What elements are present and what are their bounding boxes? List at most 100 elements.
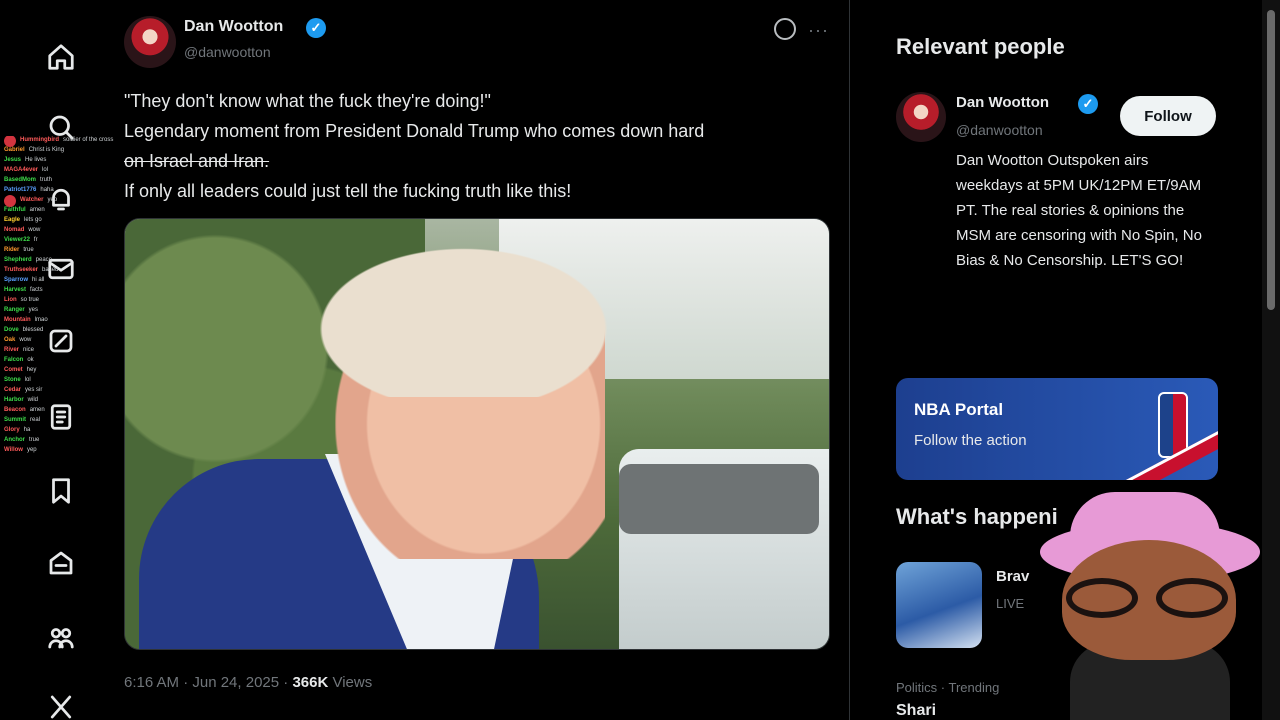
relevant-person-avatar[interactable] [896,92,946,142]
trend-topic[interactable]: Shari [896,702,936,720]
chat-text: amen [29,207,45,213]
chat-username: Sparrow [4,277,29,283]
chat-username: Eagle [4,217,21,223]
chat-username: Beacon [4,407,26,413]
chat-text: amen [29,407,45,413]
chat-text: fr [33,237,38,243]
post-views-count: 366K [292,674,329,691]
video-subject-hair [315,227,645,397]
chat-text: peace [35,257,53,263]
chat-message: Oak wow [4,336,304,345]
post-text-line: "They don't know what the fuck they're d… [124,91,491,111]
chat-message: Glory ha [4,426,304,435]
chat-message: Jesus He lives [4,156,304,165]
chat-badge-icon [4,194,16,207]
chat-username: Rider [4,247,20,253]
chat-text: wow [19,337,32,343]
chat-username: Nomad [4,227,25,233]
chat-username: Viewer22 [4,237,30,243]
chat-message: Viewer22 fr [4,236,304,245]
chat-text: true [23,247,34,253]
chat-text: Christ is King [28,147,65,153]
x-icon[interactable] [42,688,80,720]
chat-text: based [42,267,59,273]
author-avatar[interactable] [124,16,176,68]
verified-badge-icon: ✓ [306,18,326,38]
chat-message: Summit real [4,416,304,425]
chat-username: Watcher [20,197,44,203]
chat-message: Shepherd peace [4,256,304,265]
chat-username: Harvest [4,287,27,293]
chat-username: Anchor [4,437,25,443]
trend-status: LIVE [996,596,1025,611]
chat-message: BasedMom truth [4,176,304,185]
chat-text: lmao [34,317,48,323]
bookmarks-icon[interactable] [42,472,80,510]
chat-text: so true [20,297,40,303]
chat-text: true [29,437,40,443]
chat-text: yep [47,197,58,203]
chat-badge-icon [4,136,16,147]
chat-text: blessed [22,327,44,333]
nba-portal-promo[interactable]: NBA Portal Follow the action [896,378,1218,480]
page-scrollbar[interactable] [1262,0,1280,720]
post-timestamp[interactable]: 6:16 AM · Jun 24, 2025 [124,674,279,691]
chat-message: Sparrow hi all [4,276,304,285]
scrollbar-thumb[interactable] [1267,10,1275,310]
chat-message: Stone lol [4,376,304,385]
chat-message: Eagle lets go [4,216,304,225]
chat-text: hey [26,367,37,373]
chat-text: haha [40,187,54,193]
chat-username: Mountain [4,317,31,323]
chat-text: lol [42,167,49,173]
grok-explain-icon[interactable] [774,18,796,40]
chat-username: Cedar [4,387,22,393]
trend-category: Politics · Trending [896,680,1000,695]
chat-message: Falcon ok [4,356,304,365]
trend-thumbnail[interactable] [896,562,982,648]
stream-chat-overlay: Hummingbird soldier of the cross Gabriel Ch… [4,136,304,458]
chat-username: Hummingbird [20,137,59,143]
premium-icon[interactable] [42,618,80,656]
relevant-person-bio: Dan Wootton Outspoken airs weekdays at 5… [956,152,1202,269]
relevant-people-card: Relevant people Dan Wootton ✓ @danwootto… [880,20,1226,340]
chat-message: Truthseeker based [4,266,304,275]
chat-message: River nice [4,346,304,355]
author-handle[interactable]: @danwootton [184,44,271,60]
relevant-person-name[interactable]: Dan Wootton [956,94,1049,111]
chat-message: Harbor wild [4,396,304,405]
chat-message: Willow yep [4,446,304,455]
streamer-glasses-lens [1066,578,1138,618]
chat-username: Truthseeker [4,267,39,273]
relevant-person-handle[interactable]: @danwootton [956,122,1043,138]
trend-name[interactable]: Brav [996,568,1029,585]
follow-button[interactable]: Follow [1120,96,1216,136]
chat-message: Comet hey [4,366,304,375]
chat-text: He lives [25,157,47,163]
chat-message: Watcher yep [4,194,304,207]
chat-message: Dove blessed [4,326,304,335]
more-options-icon[interactable]: ··· [808,20,829,41]
communities-icon[interactable] [42,544,80,582]
chat-username: Lion [4,297,17,303]
chat-username: Stone [4,377,21,383]
verified-badge-icon: ✓ [1078,94,1098,114]
streamer-glasses [1066,578,1236,618]
author-name[interactable]: Dan Wootton [184,18,283,36]
chat-username: Oak [4,337,16,343]
chat-text: lol [24,377,31,383]
chat-username: Dove [4,327,19,333]
chat-message: Faithful amen [4,206,304,215]
chat-text: facts [30,287,43,293]
streamer-avatar-overlay [1040,492,1260,720]
chat-username: Harbor [4,397,24,403]
chat-text: nice [23,347,35,353]
chat-message: Ranger yes [4,306,304,315]
chat-username: Falcon [4,357,24,363]
home-icon[interactable] [42,38,80,76]
chat-username: MAGA4ever [4,167,39,173]
chat-username: Gabriel [4,147,25,153]
chat-username: Ranger [4,307,25,313]
promo-title: NBA Portal [914,400,1004,419]
chat-message: Hummingbird soldier of the cross [4,136,304,147]
